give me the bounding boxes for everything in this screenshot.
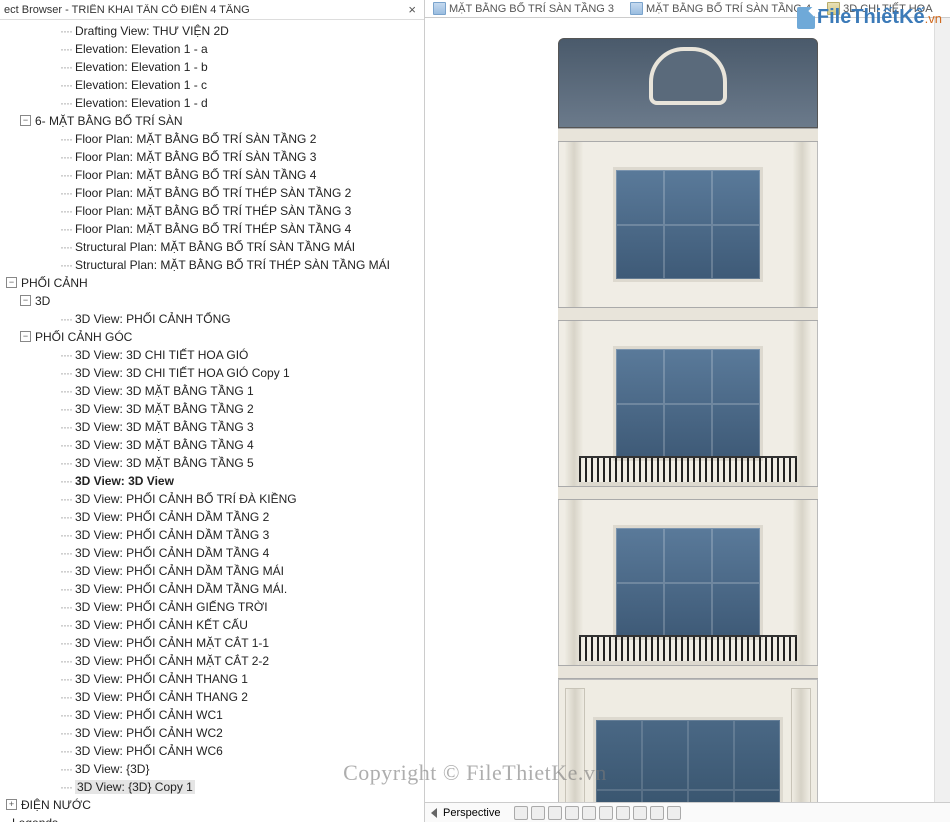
view-tab[interactable]: MẶT BẰNG BỐ TRÍ SÀN TẦNG 4 [624,1,817,16]
tree-item[interactable]: ····3D View: PHỐI CẢNH THANG 1 [0,670,424,688]
tree-item[interactable]: ····3D View: 3D MẶT BẰNG TẦNG 1 [0,382,424,400]
project-browser-panel: ect Browser - TRIỂN KHAI TÂN CỔ ĐIỂN 4 T… [0,0,425,822]
tree-item[interactable]: ····Structural Plan: MẶT BẰNG BỐ TRÍ THÉ… [0,256,424,274]
building-model [558,38,818,778]
tree-item[interactable]: ····Drafting View: THƯ VIỆN 2D [0,22,424,40]
floor-plan-icon [630,2,643,15]
panel-title: ect Browser - TRIỂN KHAI TÂN CỔ ĐIỂN 4 T… [4,4,250,16]
watermark-copyright: Copyright © FileThietKe.vn [343,760,607,786]
tab-label: MẶT BẰNG BỐ TRÍ SÀN TẦNG 3 [449,3,614,15]
tree-group-legends[interactable]: ···Legends [0,814,424,822]
tree-group-phoi-canh[interactable]: −PHỐI CẢNH [0,274,424,292]
tree-item[interactable]: ····Floor Plan: MẶT BẰNG BỐ TRÍ SÀN TẦNG… [0,148,424,166]
rendering-icon[interactable] [565,806,579,820]
tree-group-6[interactable]: −6- MẶT BẰNG BỐ TRÍ SÀN [0,112,424,130]
shadows-icon[interactable] [548,806,562,820]
tree-item[interactable]: ····3D View: PHỐI CẢNH WC1 [0,706,424,724]
tree-item[interactable]: ····3D View: PHỐI CẢNH DẦM TẦNG MÁI [0,562,424,580]
tree-group-3d[interactable]: −3D [0,292,424,310]
tree-item[interactable]: ····Floor Plan: MẶT BẰNG BỐ TRÍ SÀN TẦNG… [0,130,424,148]
viewport-panel: MẶT BẰNG BỐ TRÍ SÀN TẦNG 3 MẶT BẰNG BỐ T… [425,0,950,822]
tree-group-phoi-canh-goc[interactable]: −PHỐI CẢNH GÓC [0,328,424,346]
tree-item[interactable]: ····3D View: 3D MẶT BẰNG TẦNG 4 [0,436,424,454]
tree-item[interactable]: ····Floor Plan: MẶT BẰNG BỐ TRÍ THÉP SÀN… [0,220,424,238]
expand-icon[interactable]: + [6,799,17,810]
collapse-icon[interactable]: − [20,115,31,126]
tree-item[interactable]: ····Elevation: Elevation 1 - a [0,40,424,58]
panel-header: ect Browser - TRIỂN KHAI TÂN CỔ ĐIỂN 4 T… [0,0,424,20]
tree-item[interactable]: ····3D View: PHỐI CẢNH BỐ TRÍ ĐÀ KIỀNG [0,490,424,508]
close-icon[interactable]: × [404,2,420,17]
tree-item[interactable]: ····Structural Plan: MẶT BẰNG BỐ TRÍ SÀN… [0,238,424,256]
tree-item[interactable]: ····Elevation: Elevation 1 - b [0,58,424,76]
3d-viewport[interactable] [425,18,950,822]
view-control-bar: Perspective [425,802,950,822]
view-properties-icon[interactable] [667,806,681,820]
collapse-icon[interactable]: − [20,295,31,306]
vertical-scrollbar[interactable] [934,18,950,802]
tree-item[interactable]: ····3D View: PHỐI CẢNH WC6 [0,742,424,760]
tree-item[interactable]: ····3D View: 3D MẶT BẰNG TẦNG 3 [0,418,424,436]
tree-group-dien-nuoc[interactable]: +ĐIỆN NƯỚC [0,796,424,814]
collapse-icon[interactable]: − [6,277,17,288]
tree-item[interactable]: ····Floor Plan: MẶT BẰNG BỐ TRÍ SÀN TẦNG… [0,166,424,184]
tree-item[interactable]: ····3D View: PHỐI CẢNH DẦM TẦNG 4 [0,544,424,562]
tree-item[interactable]: ····3D View: PHỐI CẢNH THANG 2 [0,688,424,706]
tree-item[interactable]: ····3D View: PHỐI CẢNH KẾT CẤU [0,616,424,634]
visual-style-icon[interactable] [514,806,528,820]
tree-item[interactable]: ····3D View: PHỐI CẢNH WC2 [0,724,424,742]
tree-item[interactable]: ····Elevation: Elevation 1 - d [0,94,424,112]
crop-region-icon[interactable] [599,806,613,820]
tab-label: MẶT BẰNG BỐ TRÍ SÀN TẦNG 4 [646,3,811,15]
watermark-logo: FileThiếtKế.vn [797,6,942,29]
file-icon [797,7,815,29]
tree-item[interactable]: ····3D View: PHỐI CẢNH TỔNG [0,310,424,328]
tree-item[interactable]: ····Floor Plan: MẶT BẰNG BỐ TRÍ THÉP SÀN… [0,184,424,202]
view-tab[interactable]: MẶT BẰNG BỐ TRÍ SÀN TẦNG 3 [427,1,620,16]
tree-item[interactable]: ····3D View: PHỐI CẢNH DẦM TẦNG 2 [0,508,424,526]
sun-path-icon[interactable] [531,806,545,820]
tree-item[interactable]: ····3D View: PHỐI CẢNH DẦM TẦNG MÁI. [0,580,424,598]
tree-item[interactable]: ····3D View: 3D CHI TIẾT HOA GIÓ Copy 1 [0,364,424,382]
tree-item[interactable]: ····3D View: 3D CHI TIẾT HOA GIÓ [0,346,424,364]
tree-item[interactable]: ····3D View: PHỐI CẢNH DẦM TẦNG 3 [0,526,424,544]
tree-item[interactable]: ····3D View: PHỐI CẢNH MẶT CẮT 2-2 [0,652,424,670]
tree-item[interactable]: ····Floor Plan: MẶT BẰNG BỐ TRÍ THÉP SÀN… [0,202,424,220]
tree-item-active[interactable]: ····3D View: 3D View [0,472,424,490]
view-mode-label[interactable]: Perspective [443,807,500,819]
tree-item[interactable]: ····3D View: PHỐI CẢNH GIẾNG TRỜI [0,598,424,616]
tree-item[interactable]: ····3D View: 3D MẶT BẰNG TẦNG 5 [0,454,424,472]
collapse-icon[interactable]: − [20,331,31,342]
reveal-hidden-icon[interactable] [650,806,664,820]
tree-item[interactable]: ····3D View: 3D MẶT BẰNG TẦNG 2 [0,400,424,418]
project-tree[interactable]: ····Drafting View: THƯ VIỆN 2D ····Eleva… [0,20,424,822]
expand-left-icon[interactable] [431,808,437,818]
crop-icon[interactable] [582,806,596,820]
lock-icon[interactable] [616,806,630,820]
tree-item[interactable]: ····3D View: PHỐI CẢNH MẶT CẮT 1-1 [0,634,424,652]
hide-isolate-icon[interactable] [633,806,647,820]
tree-item[interactable]: ····Elevation: Elevation 1 - c [0,76,424,94]
floor-plan-icon [433,2,446,15]
